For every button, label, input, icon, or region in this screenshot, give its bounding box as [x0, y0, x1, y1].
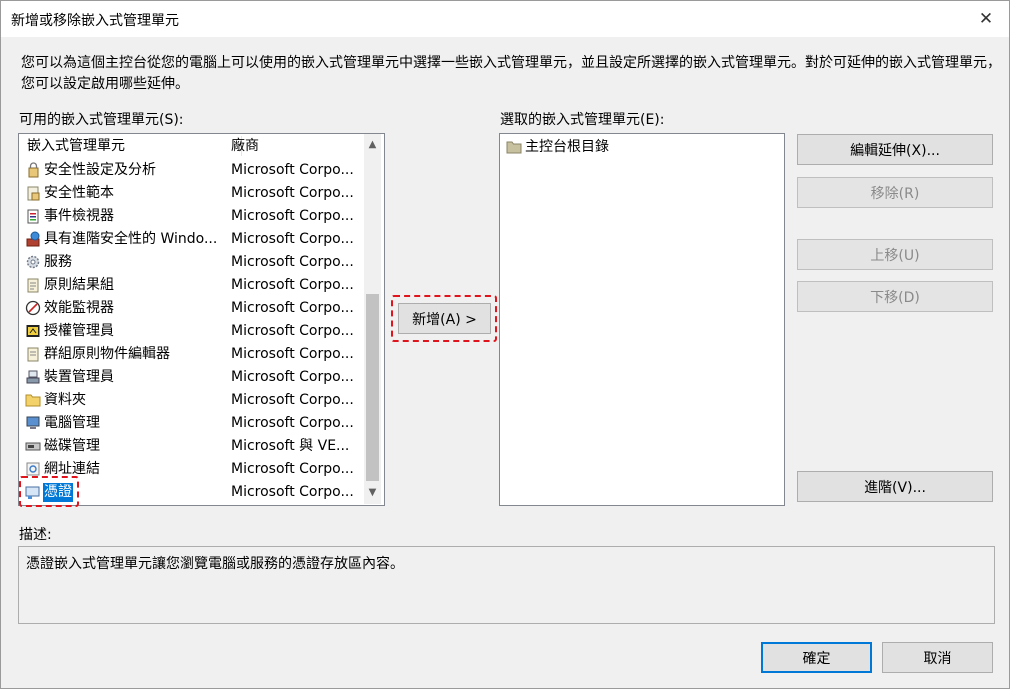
- cancel-button[interactable]: 取消: [882, 642, 993, 673]
- ok-button[interactable]: 確定: [761, 642, 872, 673]
- row-name: 具有進階安全性的 Windo...: [44, 231, 218, 247]
- row-vendor: Microsoft Corpo...: [231, 300, 354, 316]
- move-up-button[interactable]: 上移(U): [797, 239, 993, 270]
- intro-text: 您可以為這個主控台從您的電腦上可以使用的嵌入式管理單元中選擇一些嵌入式管理單元，…: [21, 55, 1001, 92]
- row-name: 磁碟管理: [44, 438, 100, 454]
- advanced-button[interactable]: 進階(V)...: [797, 471, 993, 502]
- row-name: 原則結果組: [44, 277, 114, 293]
- table-row[interactable]: 具有進階安全性的 Windo... Microsoft Corpo...: [19, 228, 363, 251]
- row-name: 服務: [44, 254, 72, 270]
- disk-management-icon: [25, 442, 41, 451]
- table-row[interactable]: 服務 Microsoft Corpo...: [19, 251, 363, 274]
- row-name: 電腦管理: [44, 415, 100, 431]
- row-vendor: Microsoft Corpo...: [231, 392, 354, 408]
- list-item[interactable]: 主控台根目錄: [500, 136, 784, 159]
- table-row[interactable]: 裝置管理員 Microsoft Corpo...: [19, 366, 363, 389]
- row-name: 事件檢視器: [44, 208, 114, 224]
- security-template-icon: [27, 186, 40, 201]
- available-snapins-list[interactable]: 嵌入式管理單元 廠商 安全性設定及分析 Microsoft Corpo... 安全性…: [18, 133, 385, 506]
- row-vendor: Microsoft Corpo...: [231, 254, 354, 270]
- security-analysis-icon: [28, 162, 39, 178]
- edit-extensions-button[interactable]: 編輯延伸(X)...: [797, 134, 993, 165]
- window-title: 新增或移除嵌入式管理單元: [11, 13, 179, 29]
- row-vendor: Microsoft Corpo...: [231, 323, 354, 339]
- highlight-dash-selected-item: [19, 476, 79, 507]
- row-name: 安全性範本: [44, 185, 114, 201]
- dialog-window: 新增或移除嵌入式管理單元 ✕ 您可以為這個主控台從您的電腦上可以使用的嵌入式管理…: [0, 0, 1010, 689]
- table-row[interactable]: 原則結果組 Microsoft Corpo...: [19, 274, 363, 297]
- table-row[interactable]: 電腦管理 Microsoft Corpo...: [19, 412, 363, 435]
- scroll-up-icon[interactable]: ▲: [364, 136, 381, 153]
- row-vendor: Microsoft Corpo...: [231, 369, 354, 385]
- table-row[interactable]: 資料夾 Microsoft Corpo...: [19, 389, 363, 412]
- row-vendor: Microsoft Corpo...: [231, 208, 354, 224]
- selected-snapins-label: 選取的嵌入式管理單元(E):: [500, 112, 665, 128]
- console-root-folder-icon: [506, 141, 522, 154]
- row-vendor: Microsoft Corpo...: [231, 346, 354, 362]
- policy-result-icon: [27, 278, 39, 293]
- performance-monitor-icon: [25, 300, 41, 316]
- remove-button[interactable]: 移除(R): [797, 177, 993, 208]
- column-header-vendor[interactable]: 廠商: [231, 134, 259, 158]
- row-name: 資料夾: [44, 392, 86, 408]
- device-manager-icon: [26, 370, 40, 384]
- available-snapins-label: 可用的嵌入式管理單元(S):: [19, 112, 184, 128]
- table-row[interactable]: 事件檢視器 Microsoft Corpo...: [19, 205, 363, 228]
- description-label: 描述:: [19, 527, 52, 543]
- row-name: 群組原則物件編輯器: [44, 346, 170, 362]
- row-vendor: Microsoft Corpo...: [231, 484, 354, 500]
- row-name: 效能監視器: [44, 300, 114, 316]
- description-text: 憑證嵌入式管理單元讓您瀏覽電腦或服務的憑證存放區內容。: [26, 556, 404, 572]
- computer-management-icon: [26, 416, 40, 429]
- table-row[interactable]: 安全性範本 Microsoft Corpo...: [19, 182, 363, 205]
- row-vendor: Microsoft Corpo...: [231, 185, 354, 201]
- table-row[interactable]: 效能監視器 Microsoft Corpo...: [19, 297, 363, 320]
- group-policy-icon: [27, 347, 39, 362]
- table-row[interactable]: 磁碟管理 Microsoft 與 VE...: [19, 435, 363, 458]
- folder-icon: [25, 394, 41, 407]
- row-vendor: Microsoft 與 VE...: [231, 438, 350, 454]
- table-row[interactable]: 安全性設定及分析 Microsoft Corpo...: [19, 159, 363, 182]
- column-header-name[interactable]: 嵌入式管理單元: [27, 134, 125, 158]
- row-name: 安全性設定及分析: [44, 162, 156, 178]
- description-box: 憑證嵌入式管理單元讓您瀏覽電腦或服務的憑證存放區內容。: [18, 546, 995, 624]
- services-gear-icon: [26, 255, 40, 269]
- scrollbar-thumb[interactable]: [366, 294, 379, 481]
- row-vendor: Microsoft Corpo...: [231, 231, 354, 247]
- row-vendor: Microsoft Corpo...: [231, 461, 354, 477]
- move-down-button[interactable]: 下移(D): [797, 281, 993, 312]
- selected-snapins-list[interactable]: 主控台根目錄: [499, 133, 785, 506]
- link-icon: [26, 462, 40, 476]
- list-item-label: 主控台根目錄: [525, 139, 609, 155]
- table-row[interactable]: 授權管理員 Microsoft Corpo...: [19, 320, 363, 343]
- table-row[interactable]: 群組原則物件編輯器 Microsoft Corpo...: [19, 343, 363, 366]
- event-viewer-icon: [27, 209, 39, 224]
- row-name: 授權管理員: [44, 323, 114, 339]
- close-icon: ✕: [978, 9, 994, 29]
- authorization-manager-icon: [26, 325, 40, 337]
- scroll-down-icon[interactable]: ▼: [364, 484, 381, 501]
- add-button[interactable]: 新增(A) >: [398, 303, 491, 334]
- row-vendor: Microsoft Corpo...: [231, 415, 354, 431]
- firewall-icon: [26, 231, 40, 247]
- title-bar: 新增或移除嵌入式管理單元 ✕: [1, 1, 1009, 37]
- row-vendor: Microsoft Corpo...: [231, 277, 354, 293]
- vertical-scrollbar[interactable]: ▲ ▼: [364, 134, 381, 504]
- row-name: 裝置管理員: [44, 369, 114, 385]
- close-button[interactable]: ✕: [963, 1, 1009, 37]
- row-vendor: Microsoft Corpo...: [231, 162, 354, 178]
